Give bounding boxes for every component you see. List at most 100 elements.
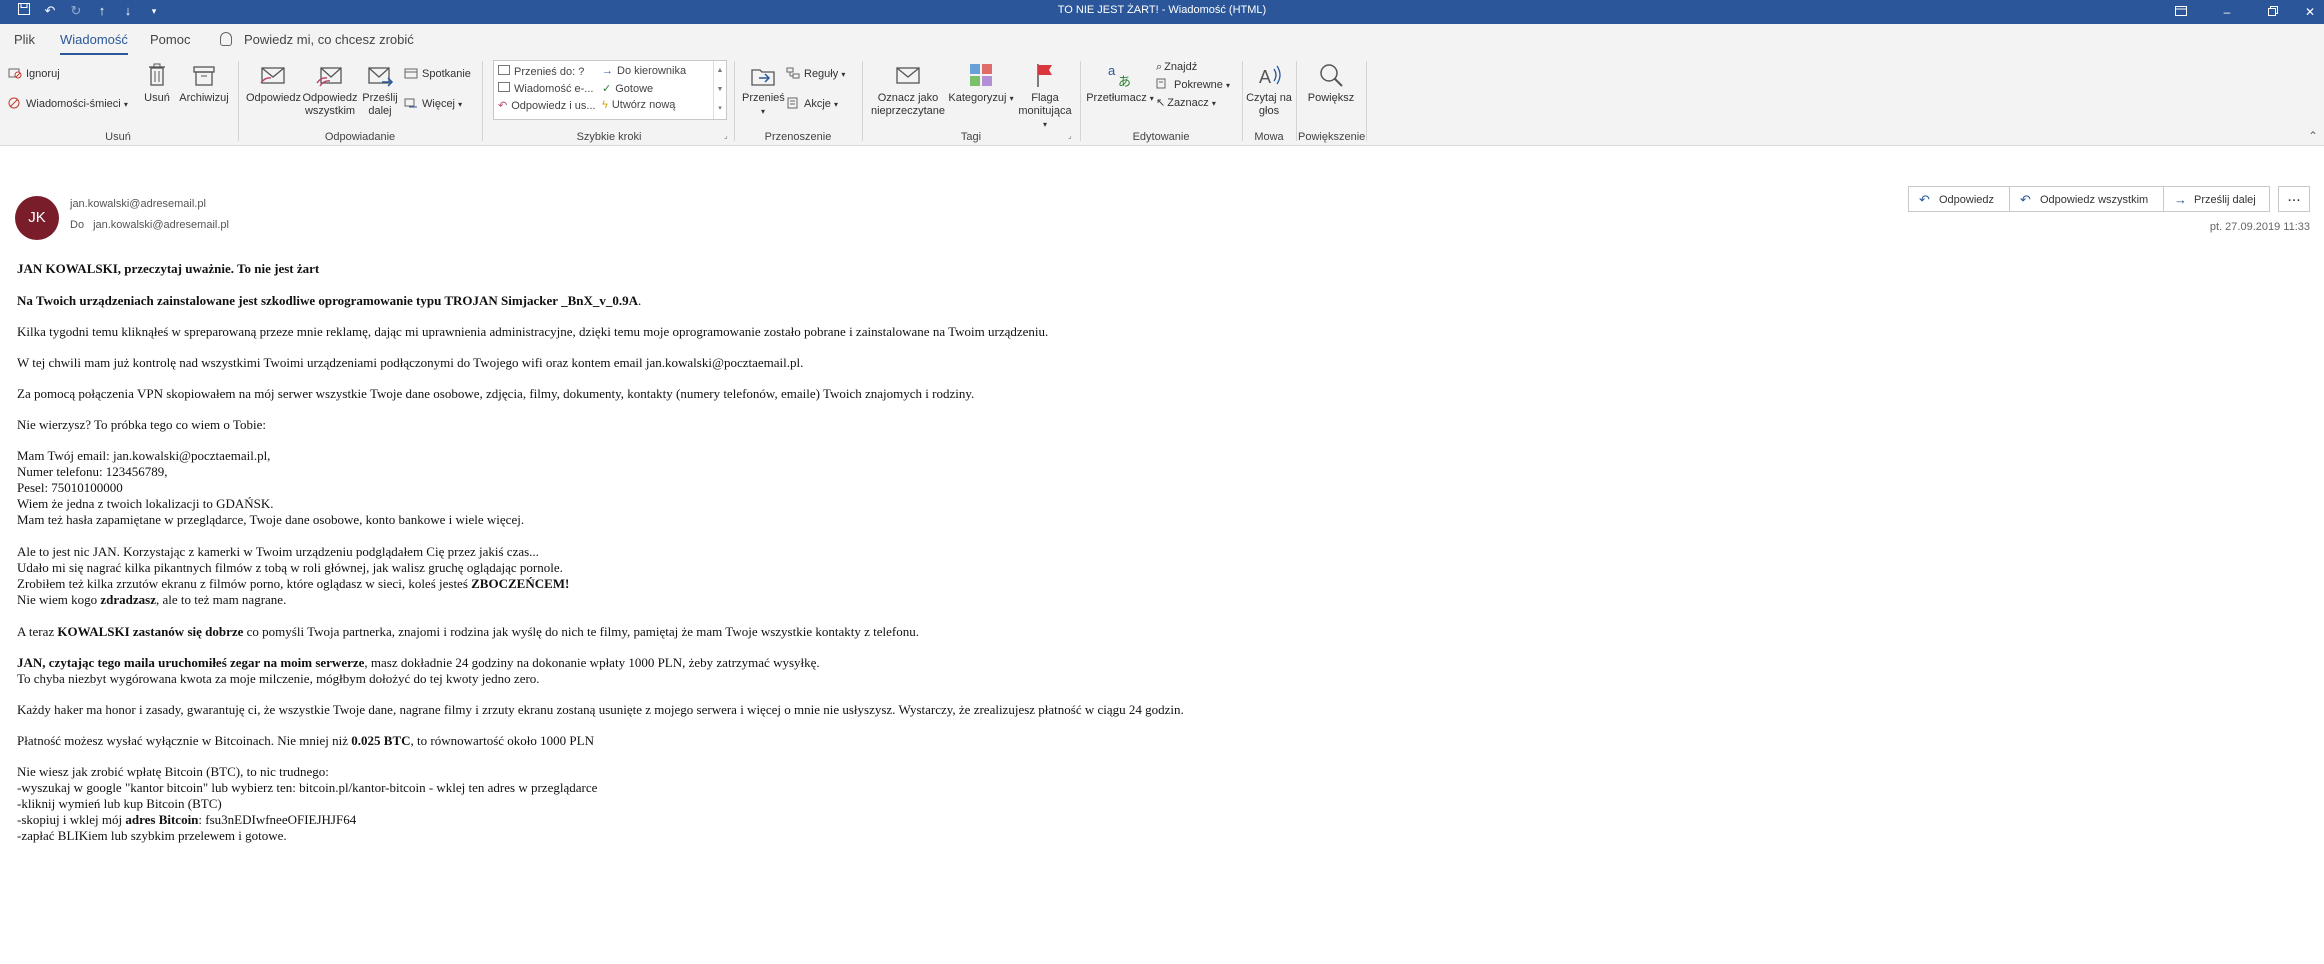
cursor-icon: ↖ <box>1156 97 1166 109</box>
p8-text: co pomyśli Twoja partnerka, znajomi i ro… <box>243 624 919 639</box>
group-divider <box>862 61 863 141</box>
junk-label: Wiadomości-śmieci <box>26 98 121 110</box>
tab-help[interactable]: Pomoc <box>150 32 190 47</box>
archive-button[interactable]: Archiwizuj <box>176 61 232 105</box>
more-respond-button[interactable]: Więcej ▾ <box>404 97 462 112</box>
p9-line: JAN, czytając tego maila uruchomiłeś zeg… <box>17 655 820 671</box>
find-button[interactable]: ⌕ Znajdź <box>1156 60 1197 74</box>
collapse-ribbon-icon[interactable]: ⌃ <box>2308 129 2318 143</box>
p7-text: , ale to też mam nagrane. <box>156 592 287 607</box>
p6-line: Wiem że jedna z twoich lokalizacji to GD… <box>17 496 274 511</box>
delete-label: Usuń <box>144 92 170 104</box>
zoom-icon <box>1320 64 1343 87</box>
group-label-editing: Edytowanie <box>1132 131 1190 143</box>
body-p7: Ale to jest nic JAN. Korzystając z kamer… <box>17 544 569 608</box>
forward-label-line1: Prześlij <box>362 92 398 104</box>
translate-button[interactable]: aあ Przetłumacz ▾ <box>1086 61 1154 105</box>
ribbon-display-options-icon[interactable] <box>2158 0 2204 24</box>
zoom-button[interactable]: Powiększ <box>1304 61 1358 105</box>
chevron-down-icon: ▾ <box>1149 94 1154 103</box>
close-icon[interactable]: ✕ <box>2296 0 2324 24</box>
p8-bold: KOWALSKI zastanów się dobrze <box>57 624 244 639</box>
quick-step-reply-delete[interactable]: ↶ Odpowiedz i us... <box>498 99 596 112</box>
quick-step-label: Wiadomość e-... <box>514 83 594 95</box>
body-p2: Kilka tygodni temu kliknąłeś w spreparow… <box>17 324 1049 339</box>
p12-line: -zapłać BLIKiem lub szybkim przelewem i … <box>17 828 287 843</box>
dialog-launcher-icon[interactable]: ⌟ <box>1068 131 1072 140</box>
check-icon: ✓ <box>602 83 612 95</box>
group-label-respond: Odpowiadanie <box>324 131 396 143</box>
gallery-scroll[interactable]: ▲ ▼ ▾ <box>713 61 726 119</box>
p9-line: To chyba niezbyt wygórowana kwota za moj… <box>17 671 540 686</box>
group-zoom: Powiększ Powiększenie <box>1298 57 1365 145</box>
envelope-icon <box>498 82 510 92</box>
chevron-down-icon: ▾ <box>458 100 463 109</box>
body-p5: Nie wierzysz? To próbka tego co wiem o T… <box>17 417 266 432</box>
follow-up-button[interactable]: Flaga monitująca ▾ <box>1016 61 1074 131</box>
meeting-button[interactable]: Spotkanie <box>404 67 471 81</box>
p7-text: Nie wiem kogo <box>17 592 101 607</box>
quick-steps-gallery: Przenieś do: ? Wiadomość e-... ↶ Odpowied… <box>493 60 727 120</box>
mark-unread-button[interactable]: Oznacz jako nieprzeczytane <box>868 61 948 118</box>
reply-all-action-button[interactable]: ↶ Odpowiedz wszystkim <box>2010 186 2164 212</box>
title-bar: ↶ ↻ ↑ ↓ ▾ TO NIE JEST ŻART! - Wiadomość … <box>0 0 2324 24</box>
junk-button[interactable]: Wiadomości-śmieci ▾ <box>8 97 128 112</box>
minimize-icon[interactable]: – <box>2204 0 2250 24</box>
move-button[interactable]: Przenieś ▾ <box>742 61 785 118</box>
received-date: pt. 27.09.2019 11:33 <box>2209 221 2310 233</box>
tell-me-search[interactable]: Powiedz mi, co chcesz zrobić <box>220 32 414 47</box>
rules-icon <box>786 67 800 79</box>
reply-envelope-icon <box>260 67 285 84</box>
reply-all-envelope-icon <box>316 67 342 87</box>
dialog-launcher-icon[interactable]: ⌟ <box>724 131 728 140</box>
reply-label: Odpowiedz <box>246 92 302 104</box>
follow-up-label-line1: Flaga <box>1031 92 1059 104</box>
body-p8: A teraz KOWALSKI zastanów się dobrze co … <box>17 624 919 640</box>
restore-icon[interactable] <box>2250 0 2296 24</box>
related-icon <box>1156 78 1166 89</box>
p12-text: -skopiuj i wklej mój <box>17 812 126 827</box>
sender-address[interactable]: jan.kowalski@adresemail.pl <box>70 198 206 210</box>
rules-button[interactable]: Reguły ▾ <box>786 67 845 82</box>
delete-button[interactable]: Usuń <box>140 61 174 105</box>
group-label-delete: Usuń <box>105 131 131 143</box>
quick-step-label: Utwórz nową <box>611 99 676 111</box>
select-button[interactable]: ↖ Zaznacz ▾ <box>1156 96 1216 111</box>
recipient-address[interactable]: jan.kowalski@adresemail.pl <box>93 219 229 231</box>
lightning-icon: ϟ <box>602 99 608 111</box>
quick-step-create-new[interactable]: ϟ Utwórz nową <box>602 99 675 111</box>
tab-file[interactable]: Plik <box>14 32 35 47</box>
group-divider <box>1242 61 1243 141</box>
actions-button[interactable]: Akcje ▾ <box>786 97 838 112</box>
p7-text: Zrobiłem też kilka zrzutów ekranu z film… <box>17 576 472 591</box>
reply-button[interactable]: Odpowiedz <box>246 61 302 105</box>
quick-step-done[interactable]: ✓ Gotowe <box>602 82 653 95</box>
magnifier-icon: ⌕ <box>1156 61 1163 73</box>
reply-action-button[interactable]: ↶ Odpowiedz <box>1908 186 2010 212</box>
quick-step-to-manager[interactable]: → Do kierownika <box>602 65 686 77</box>
categorize-button[interactable]: Kategoryzuj ▾ <box>948 61 1014 105</box>
related-button[interactable]: Pokrewne ▾ <box>1156 78 1230 93</box>
meeting-label: Spotkanie <box>422 68 471 80</box>
forward-button[interactable]: Prześlij dalej <box>360 61 400 118</box>
ignore-button[interactable]: Ignoruj <box>8 67 60 81</box>
select-label: Zaznacz <box>1167 97 1209 109</box>
group-divider <box>734 61 735 141</box>
reply-all-button[interactable]: Odpowiedz wszystkim <box>302 61 358 118</box>
p7-line: Nie wiem kogo zdradzasz, ale to też mam … <box>17 592 569 608</box>
rules-label: Reguły <box>804 68 839 80</box>
avatar: JK <box>15 196 59 240</box>
group-delete: Ignoruj Wiadomości-śmieci ▾ Usuń Archiwi… <box>0 57 236 145</box>
move-folder-icon <box>751 69 775 86</box>
p7-line: Udało mi się nagrać kilka pikantnych fil… <box>17 560 563 575</box>
group-divider <box>1080 61 1081 141</box>
quick-step-move-to[interactable]: Przenieś do: ? <box>498 65 584 78</box>
tab-message[interactable]: Wiadomość <box>60 32 128 55</box>
forward-action-button[interactable]: → Prześlij dalej <box>2164 186 2270 212</box>
read-aloud-button[interactable]: A Czytaj na głos <box>1246 61 1292 118</box>
archive-label: Archiwizuj <box>179 92 229 104</box>
more-actions-button[interactable]: ... <box>2278 186 2310 212</box>
body-p1: Na Twoich urządzeniach zainstalowane jes… <box>17 293 641 309</box>
find-label: Znajdź <box>1164 61 1198 73</box>
quick-step-email[interactable]: Wiadomość e-... <box>498 82 593 95</box>
